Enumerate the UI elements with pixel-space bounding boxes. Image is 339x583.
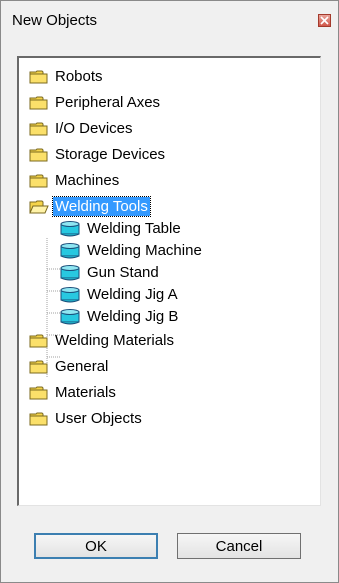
tree-item-label: Machines [55, 172, 120, 189]
tree-item-welding-table[interactable]: Welding Table [19, 218, 320, 240]
folder-closed-icon [29, 95, 49, 111]
tree-item-label: User Objects [55, 410, 142, 427]
object-cylinder-icon [59, 243, 81, 259]
folder-closed-icon [29, 385, 49, 401]
object-cylinder-icon [59, 221, 81, 237]
tree-item-welding-tools[interactable]: Welding Tools [19, 196, 320, 218]
tree-item-label: Robots [55, 68, 103, 85]
tree-item-label: Peripheral Axes [55, 94, 161, 111]
folder-closed-icon [29, 411, 49, 427]
tree-item-label: Gun Stand [87, 264, 159, 281]
close-icon[interactable] [318, 14, 331, 27]
object-cylinder-icon [59, 265, 81, 281]
tree-item-robots[interactable]: Robots [19, 66, 320, 88]
tree-item-label: General [55, 358, 109, 375]
folder-closed-icon [29, 359, 49, 375]
new-objects-dialog: New Objects Robots Peripheral Axes I/O D… [0, 0, 339, 583]
dialog-title: New Objects [12, 12, 98, 29]
tree-item-label: I/O Devices [55, 120, 133, 137]
tree-item-label: Welding Jig A [87, 286, 178, 303]
tree-item-peripheral-axes[interactable]: Peripheral Axes [19, 92, 320, 114]
tree-item-gun-stand[interactable]: Gun Stand [19, 262, 320, 284]
folder-closed-icon [29, 69, 49, 85]
tree-item-label: Welding Materials [55, 332, 174, 349]
object-tree[interactable]: Robots Peripheral Axes I/O Devices Stora… [17, 56, 321, 506]
tree-item-label: Welding Tools [52, 196, 151, 217]
tree-item-storage-devices[interactable]: Storage Devices [19, 144, 320, 166]
folder-open-icon [29, 199, 49, 215]
tree-item-label: Materials [55, 384, 116, 401]
tree-item-welding-machine[interactable]: Welding Machine [19, 240, 320, 262]
folder-closed-icon [29, 121, 49, 137]
tree-item-user-objects[interactable]: User Objects [19, 408, 320, 430]
tree-item-label: Storage Devices [55, 146, 166, 163]
tree-item-label: Welding Machine [87, 242, 202, 259]
folder-closed-icon [29, 147, 49, 163]
tree-item-io-devices[interactable]: I/O Devices [19, 118, 320, 140]
tree-item-materials[interactable]: Materials [19, 382, 320, 404]
tree-item-general[interactable]: General [19, 356, 320, 378]
object-cylinder-icon [59, 287, 81, 303]
tree-item-welding-materials[interactable]: Welding Materials [19, 330, 320, 352]
folder-closed-icon [29, 173, 49, 189]
title-bar[interactable]: New Objects [2, 2, 337, 40]
ok-button[interactable]: OK [34, 533, 158, 559]
object-cylinder-icon [59, 309, 81, 325]
cancel-button[interactable]: Cancel [177, 533, 301, 559]
tree-item-welding-jig-a[interactable]: Welding Jig A [19, 284, 320, 306]
tree-item-label: Welding Jig B [87, 308, 179, 325]
tree-item-label: Welding Table [87, 220, 181, 237]
tree-item-machines[interactable]: Machines [19, 170, 320, 192]
tree-item-welding-jig-b[interactable]: Welding Jig B [19, 306, 320, 328]
folder-closed-icon [29, 333, 49, 349]
